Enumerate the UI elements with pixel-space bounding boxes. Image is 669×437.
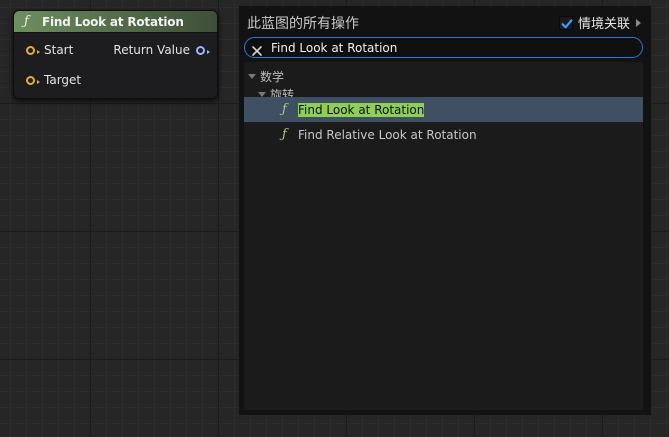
action-tree: 数学 旋转 ƒ Find Look at Rotation ƒ Find Rel…	[244, 62, 643, 410]
tree-category-math[interactable]: 数学	[248, 68, 284, 85]
blueprint-action-menu: 此蓝图的所有操作 情境关联 数学 旋转 ƒ Find Lo	[239, 6, 651, 415]
tree-item-find-relative-look-at-rotation[interactable]: ƒ Find Relative Look at Rotation	[244, 122, 643, 147]
search-box	[244, 37, 643, 58]
tree-item-find-look-at-rotation[interactable]: ƒ Find Look at Rotation	[244, 97, 643, 122]
function-icon: ƒ	[24, 14, 29, 29]
pin-start-label: Start	[44, 43, 74, 57]
expand-arrow-icon[interactable]	[636, 18, 641, 27]
node-title: Find Look at Rotation	[42, 14, 184, 29]
collapse-caret-icon[interactable]	[248, 74, 256, 79]
tree-category-label: 数学	[260, 70, 285, 84]
node-header[interactable]: ƒ Find Look at Rotation	[14, 11, 217, 33]
function-icon: ƒ	[282, 127, 287, 142]
start-pin-icon[interactable]	[26, 45, 40, 55]
clear-search-icon[interactable]	[251, 42, 263, 56]
checkmark-icon	[561, 18, 573, 28]
search-match-highlight: Find Look at Rotation	[298, 102, 425, 117]
pin-start-row: Start	[26, 43, 73, 57]
search-input[interactable]	[271, 40, 611, 55]
pin-target-label: Target	[44, 73, 82, 87]
context-sensitive-label: 情境关联	[577, 17, 630, 32]
target-pin-icon[interactable]	[26, 75, 40, 85]
pin-return-value-label: Return Value	[113, 43, 190, 57]
tree-item-label: Find Look at Rotation	[298, 102, 425, 117]
menu-title: 此蓝图的所有操作	[247, 16, 359, 32]
pin-target-row: Target	[26, 73, 81, 87]
blueprint-node-find-look-at-rotation[interactable]: ƒ Find Look at Rotation Start Return Val…	[13, 10, 218, 99]
tree-item-label-rest: Find Relative Look at Rotation	[298, 127, 477, 142]
return-value-pin-icon[interactable]	[196, 45, 210, 55]
pin-return-value-row: Return Value	[113, 43, 210, 57]
function-icon: ƒ	[282, 102, 287, 117]
tree-item-label: Find Relative Look at Rotation	[298, 128, 477, 142]
context-sensitive-checkbox[interactable]	[558, 15, 573, 30]
context-sensitive-toggle[interactable]: 情境关联	[558, 13, 641, 32]
